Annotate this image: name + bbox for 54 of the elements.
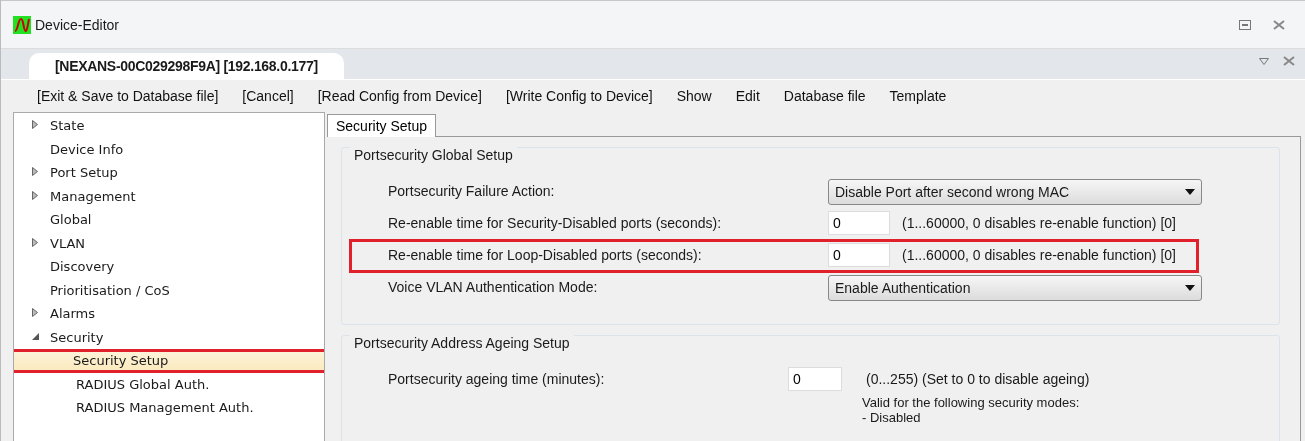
menu-item[interactable]: Template bbox=[877, 85, 959, 107]
tree-item[interactable]: State bbox=[14, 114, 324, 138]
field-label: Re-enable time for Loop-Disabled ports (seconds): bbox=[388, 246, 703, 263]
document-tab[interactable]: [NEXANS-00C029298F9A] [192.168.0.177] bbox=[29, 53, 344, 79]
dropdown-arrow-icon bbox=[1185, 189, 1195, 195]
range-hint: (0...255) (Set to 0 to disable ageing) bbox=[866, 371, 1090, 387]
tree-item[interactable]: Port Setup bbox=[14, 161, 324, 185]
tree-item[interactable]: Global bbox=[14, 208, 324, 232]
app-logo-icon bbox=[13, 15, 31, 34]
collapsed-triangle-icon[interactable] bbox=[32, 190, 38, 200]
collapsed-triangle-icon[interactable] bbox=[32, 167, 38, 177]
collapsed-triangle-icon[interactable] bbox=[32, 237, 38, 247]
close-icon[interactable] bbox=[1273, 19, 1285, 30]
tree-item[interactable]: Security Setup bbox=[14, 349, 324, 373]
number-field[interactable]: 0 bbox=[828, 243, 890, 267]
range-hint: (1...60000, 0 disables re-enable function) [0] bbox=[902, 247, 1176, 263]
menu-item[interactable]: Show bbox=[664, 85, 724, 107]
number-field[interactable]: 0 bbox=[828, 211, 890, 235]
menu-item[interactable]: [Cancel] bbox=[230, 85, 306, 107]
tree-item[interactable]: RADIUS Global Auth. bbox=[14, 372, 324, 396]
tree-item[interactable]: Device Info bbox=[14, 137, 324, 161]
collapsed-triangle-icon[interactable] bbox=[32, 308, 38, 318]
menu-item[interactable]: Database file bbox=[771, 85, 878, 107]
field-label: Portsecurity ageing time (minutes): bbox=[388, 370, 606, 387]
note-text: - Disabled bbox=[862, 410, 922, 425]
expanded-triangle-icon[interactable] bbox=[32, 333, 39, 341]
field-label: Voice VLAN Authentication Mode: bbox=[388, 278, 599, 295]
range-hint: (1...60000, 0 disables re-enable function) [0] bbox=[902, 215, 1176, 231]
dropdown-arrow-icon[interactable] bbox=[1259, 57, 1269, 65]
field-label: Portsecurity Failure Action: bbox=[388, 182, 556, 199]
menu-item[interactable]: [Exit & Save to Database file] bbox=[25, 85, 231, 107]
menu-item[interactable]: [Write Config to Device] bbox=[493, 85, 665, 107]
number-field[interactable]: 0 bbox=[788, 367, 842, 391]
tree-item[interactable]: Security bbox=[14, 325, 324, 349]
dropdown[interactable]: Disable Port after second wrong MAC bbox=[828, 179, 1202, 205]
tree-item[interactable]: Discovery bbox=[14, 255, 324, 279]
dropdown-arrow-icon bbox=[1185, 285, 1195, 291]
close-icon[interactable] bbox=[1283, 56, 1295, 66]
collapsed-triangle-icon[interactable] bbox=[32, 120, 38, 130]
tab[interactable]: Security Setup bbox=[327, 114, 437, 137]
window-title: Device-Editor bbox=[35, 16, 121, 33]
tree-item[interactable]: VLAN bbox=[14, 231, 324, 255]
menu-item[interactable]: [Read Config from Device] bbox=[305, 85, 494, 107]
dropdown[interactable]: Enable Authentication bbox=[828, 275, 1202, 301]
group-title: Portsecurity Global Setup bbox=[350, 147, 517, 163]
tree-item[interactable]: Management bbox=[14, 184, 324, 208]
restore-icon[interactable] bbox=[1239, 19, 1251, 30]
note-text: Valid for the following security modes: bbox=[862, 395, 1081, 410]
tree-item[interactable]: Prioritisation / CoS bbox=[14, 278, 324, 302]
tree-item[interactable]: RADIUS Management Auth. bbox=[14, 396, 324, 420]
menu-item[interactable]: Edit bbox=[723, 85, 772, 107]
tree-item[interactable]: Alarms bbox=[14, 302, 324, 326]
field-label: Re-enable time for Security-Disabled ports (seconds): bbox=[388, 214, 723, 231]
group-title: Portsecurity Address Ageing Setup bbox=[350, 335, 574, 351]
